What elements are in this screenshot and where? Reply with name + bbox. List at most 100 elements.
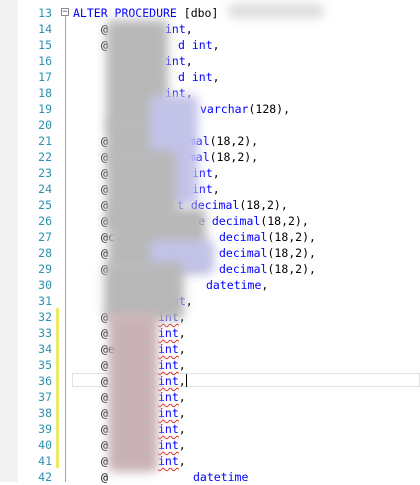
punct-token: , — [212, 166, 220, 180]
type-token: int — [158, 358, 179, 372]
line-number: 28 — [38, 246, 52, 260]
code-line[interactable]: 33 @ int, — [0, 325, 420, 341]
punct-token: , — [185, 54, 193, 68]
code-line[interactable]: 35 @ int, — [0, 357, 420, 373]
code-line[interactable]: 41 @ int, — [0, 453, 420, 469]
type-token: int — [165, 54, 186, 68]
type-token: decimal — [219, 262, 268, 276]
line-number: 20 — [38, 118, 52, 132]
line-number: 29 — [38, 262, 52, 276]
code-line[interactable]: 21@cimal(18,2), — [0, 133, 420, 149]
punct-token: (18,2), — [239, 198, 288, 212]
collapse-icon[interactable]: − — [61, 8, 69, 17]
param-prefix: @ — [101, 470, 108, 484]
code-text: int, — [158, 341, 186, 357]
punct-token: , — [178, 454, 186, 468]
code-line[interactable]: 37 @ int, — [0, 389, 420, 405]
code-line[interactable]: 40 @ int, — [0, 437, 420, 453]
code-line[interactable]: 19 varchar(128), — [0, 101, 420, 117]
line-number: 33 — [38, 326, 52, 340]
punct-token: (18,2), — [267, 246, 316, 260]
line-number: 15 — [38, 38, 52, 52]
sql-code-editor[interactable]: 13− ALTER PROCEDURE [dbo] 14 @ int, 15 @ d int,… — [0, 0, 420, 485]
punct-token: , — [261, 278, 269, 292]
line-number: 19 — [38, 102, 52, 116]
code-line[interactable]: 25 @ t decimal(18,2), — [0, 197, 420, 213]
code-text: int, — [158, 325, 186, 341]
punct-token: (18,2), — [267, 262, 316, 276]
code-line[interactable]: 42 @ datetime — [0, 469, 420, 485]
code-text: int, — [165, 21, 193, 37]
code-text: e decimal(18,2), — [198, 213, 309, 229]
param-prefix: @ — [101, 374, 108, 388]
param-prefix: @ — [101, 326, 108, 340]
punct-token: , — [212, 38, 220, 52]
code-text: varchar(128), — [200, 101, 290, 117]
line-number: 35 — [38, 358, 52, 372]
code-text: decimal(18,2), — [219, 229, 316, 245]
param-prefix: @ — [101, 422, 108, 436]
punct-token: (128), — [248, 102, 291, 116]
code-line[interactable]: 22@cimal(18,2), — [0, 149, 420, 165]
code-text: int, — [165, 53, 193, 69]
line-number: 40 — [38, 438, 52, 452]
code-text: int, — [158, 437, 186, 453]
punct-token: , — [178, 342, 186, 356]
punct-token: (18,2), — [267, 230, 316, 244]
code-line[interactable]: 36 @ int, — [0, 373, 420, 389]
code-text: datetime, — [206, 277, 268, 293]
code-line[interactable]: 20nt, — [0, 117, 420, 133]
punct-token: , — [212, 70, 220, 84]
code-line[interactable]: 14 @ int, — [0, 21, 420, 37]
line-number: 39 — [38, 422, 52, 436]
punct-token: (18,2), — [209, 150, 259, 164]
param-prefix: @ — [101, 406, 108, 420]
punct-token: , — [178, 406, 186, 420]
code-text: ALTER PROCEDURE [dbo] — [73, 5, 218, 21]
code-line[interactable]: 34@eint, — [0, 341, 420, 357]
line-number: 42 — [38, 470, 52, 484]
code-line[interactable]: 39 @ int, — [0, 421, 420, 437]
type-token: d int — [178, 70, 213, 84]
line-number: 26 — [38, 214, 52, 228]
type-token: varchar — [200, 102, 249, 116]
code-text: int, — [158, 421, 186, 437]
punct-token: (18,2), — [260, 214, 309, 228]
line-number: 17 — [38, 70, 52, 84]
code-line[interactable]: 31int, — [0, 293, 420, 309]
code-line[interactable]: 18 int, — [0, 85, 420, 101]
code-text: int, — [158, 453, 186, 469]
punct-token: , — [178, 374, 186, 388]
code-text: int, — [158, 373, 187, 389]
type-token: datetime — [206, 278, 262, 292]
code-line[interactable]: 13− ALTER PROCEDURE [dbo] — [0, 5, 420, 21]
code-line[interactable]: 26 @ e decimal(18,2), — [0, 213, 420, 229]
line-number: 32 — [38, 310, 52, 324]
punct-token: , — [185, 22, 193, 36]
line-number: 36 — [38, 374, 52, 388]
line-number: 34 — [38, 342, 52, 356]
code-line[interactable]: 24 @ int, — [0, 181, 420, 197]
param-prefix: @ — [101, 454, 108, 468]
schema-token: [dbo] — [176, 6, 219, 20]
line-number: 38 — [38, 406, 52, 420]
code-line[interactable]: 17 d int, — [0, 69, 420, 85]
code-line[interactable]: 23 @ int, — [0, 165, 420, 181]
punct-token: (18,2), — [209, 134, 259, 148]
line-number: 16 — [38, 54, 52, 68]
code-line[interactable]: 32@int, — [0, 309, 420, 325]
code-text: int, — [158, 389, 186, 405]
param-prefix: @ — [101, 246, 108, 260]
type-token: e decimal — [198, 214, 261, 228]
line-number: 14 — [38, 22, 52, 36]
code-text: d int, — [178, 69, 220, 85]
code-line[interactable]: 16 int, — [0, 53, 420, 69]
type-token: int — [158, 326, 179, 340]
code-text: datetime — [193, 469, 248, 485]
code-line[interactable]: 38 @ int, — [0, 405, 420, 421]
code-line[interactable]: 15 @ d int, — [0, 37, 420, 53]
code-line[interactable]: 30 datetime, — [0, 277, 420, 293]
type-token: decimal — [219, 246, 268, 260]
line-number: 37 — [38, 390, 52, 404]
type-token: int — [165, 22, 186, 36]
